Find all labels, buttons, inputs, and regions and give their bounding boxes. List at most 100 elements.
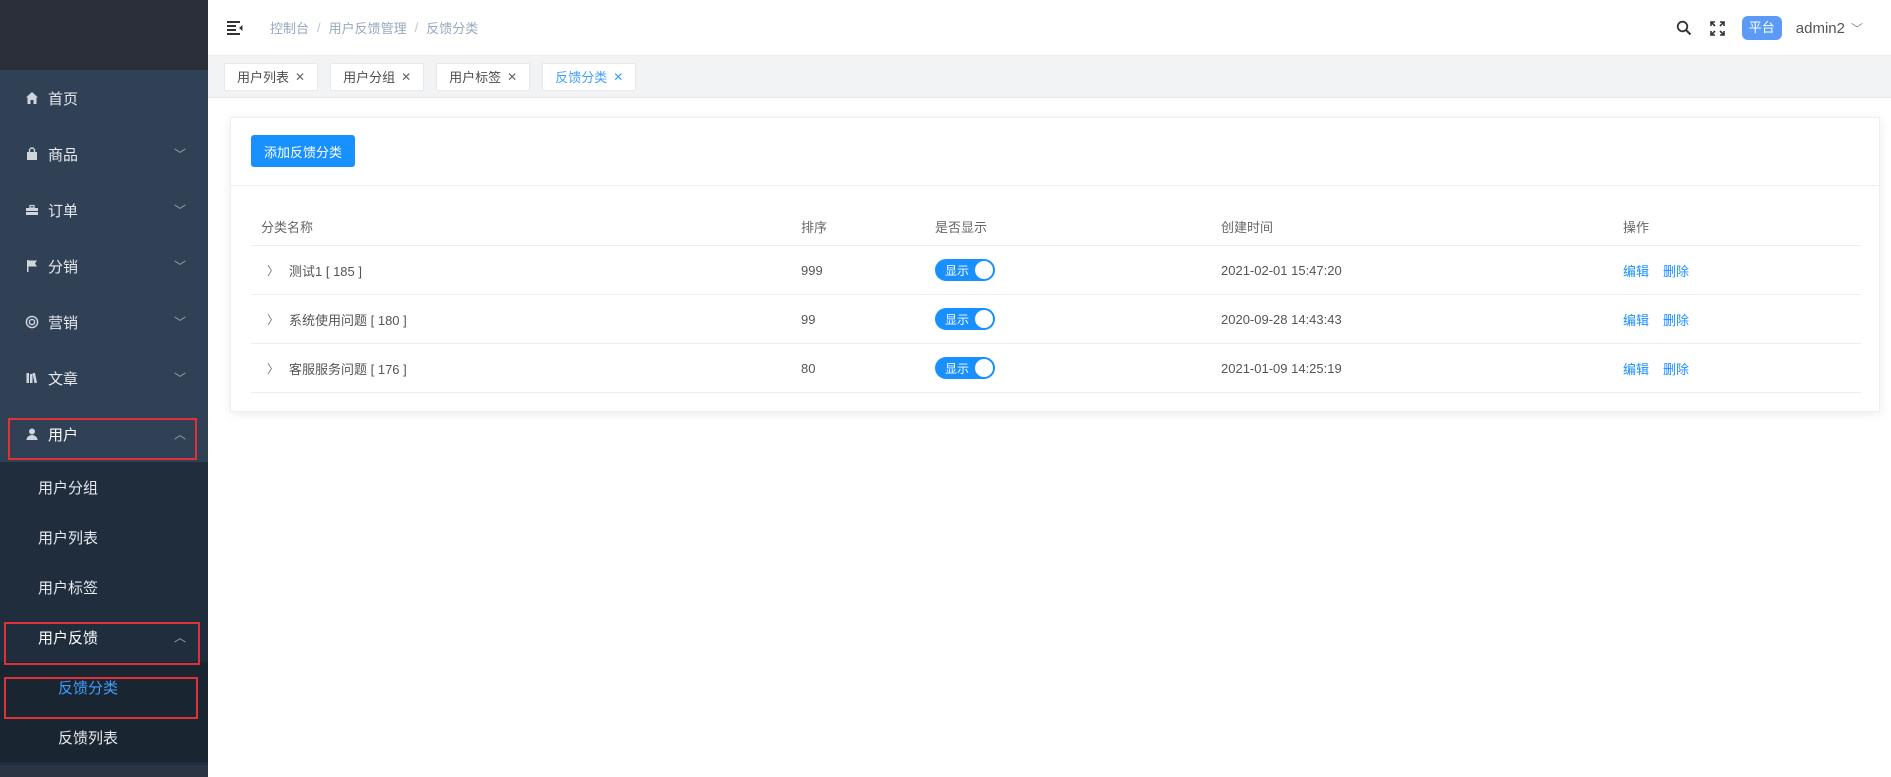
tab-label: 用户列表 [237,70,290,85]
breadcrumb-separator: / [317,20,321,35]
chevron-down-icon: ﹀ [173,315,186,330]
chevron-right-icon[interactable]: 〉 [267,311,279,328]
delete-link[interactable]: 删除 [1663,362,1689,377]
sidebar-item-products[interactable]: 商品 ﹀ [0,126,208,182]
cell-created: 2020-09-28 14:43:43 [1221,311,1342,327]
column-header-name: 分类名称 [261,220,314,235]
toggle-knob [975,261,993,279]
sidebar-item-user-groups[interactable]: 用户分组 [0,462,208,512]
table-row: 〉 客服服务问题 [ 176 ] 80 显示 2021-01-09 14:25:… [251,344,1861,393]
category-table: 分类名称 排序 是否显示 创建时间 操作 〉 测试1 [ 185 ] 999 显… [251,208,1861,393]
toggle-label: 显示 [945,263,970,278]
edit-link[interactable]: 编辑 [1623,313,1649,328]
sidebar-item-home[interactable]: 首页 [0,70,208,126]
column-header-created: 创建时间 [1221,220,1274,235]
books-icon [24,370,40,386]
table-row: 〉 系统使用问题 [ 180 ] 99 显示 2020-09-28 14:43:… [251,295,1861,344]
menu-toggle-icon[interactable] [226,19,244,37]
sidebar-menu: 首页 商品 ﹀ 订单 ﹀ 分销 ﹀ 营销 ﹀ 文章 ﹀ 用户 ︿ 用户分组 用户… [0,70,208,762]
sidebar-item-label: 反馈分类 [58,679,119,697]
cell-show: 显示 [935,357,995,379]
search-icon[interactable] [1674,18,1694,38]
sidebar-item-label: 商品 [48,146,79,164]
cell-show: 显示 [935,259,995,281]
sidebar-item-distribution[interactable]: 分销 ﹀ [0,238,208,294]
chevron-up-icon: ︿ [173,630,186,645]
chevron-right-icon[interactable]: 〉 [267,360,279,377]
sidebar-item-feedback-list[interactable]: 反馈列表 [0,712,208,762]
column-header-sort: 排序 [801,220,828,235]
sidebar-item-user-list[interactable]: 用户列表 [0,512,208,562]
cell-name: 〉 客服服务问题 [ 176 ] [261,359,407,378]
close-icon[interactable]: ✕ [295,70,305,84]
tab-label: 反馈分类 [555,70,608,85]
breadcrumb-item: 反馈分类 [426,21,479,36]
fullscreen-icon[interactable] [1708,18,1728,38]
cell-sort: 999 [801,262,823,278]
sidebar-item-label: 用户反馈 [38,629,99,647]
sidebar-item-label: 用户分组 [38,479,99,497]
sidebar-item-user-feedback[interactable]: 用户反馈 ︿ [0,612,208,662]
sidebar-item-marketing[interactable]: 营销 ﹀ [0,294,208,350]
chevron-down-icon: ﹀ [173,259,186,274]
cell-name: 〉 系统使用问题 [ 180 ] [261,310,407,329]
card-header: 添加反馈分类 [231,118,1879,186]
platform-badge: 平台 [1741,16,1782,40]
category-name: 测试1 [ 185 ] [289,263,362,279]
sidebar-item-user-tags[interactable]: 用户标签 [0,562,208,612]
cell-actions: 编辑 删除 [1623,261,1703,280]
chevron-down-icon[interactable]: ﹀ [1851,20,1863,37]
chevron-right-icon[interactable]: 〉 [267,262,279,279]
category-name: 客服服务问题 [ 176 ] [289,361,407,377]
tab-user-list[interactable]: 用户列表 ✕ [224,62,319,91]
category-name: 系统使用问题 [ 180 ] [289,312,407,328]
ring-icon [24,314,40,330]
sidebar-item-label: 订单 [48,202,79,220]
briefcase-icon [24,202,40,218]
cell-name: 〉 测试1 [ 185 ] [261,261,362,280]
breadcrumb-item[interactable]: 控制台 [270,18,309,37]
column-header-actions: 操作 [1623,220,1650,235]
cell-actions: 编辑 删除 [1623,310,1703,329]
user-icon [24,426,40,442]
close-icon[interactable]: ✕ [613,70,623,84]
top-header: 控制台 / 用户反馈管理 / 反馈分类 平台 admin2 ﹀ [208,0,1891,56]
delete-link[interactable]: 删除 [1663,313,1689,328]
sidebar-item-label: 用户标签 [38,579,99,597]
tab-user-tags[interactable]: 用户标签 ✕ [436,62,531,91]
sidebar-item-label: 文章 [48,370,79,388]
sidebar-item-label: 首页 [48,90,79,108]
edit-link[interactable]: 编辑 [1623,264,1649,279]
flag-icon [24,258,40,274]
breadcrumb: 控制台 / 用户反馈管理 / 反馈分类 [270,18,478,37]
user-menu[interactable]: admin2 [1796,20,1845,37]
cell-sort: 99 [801,311,816,327]
column-header-show: 是否显示 [935,220,988,235]
delete-link[interactable]: 删除 [1663,264,1689,279]
sidebar-item-feedback-category[interactable]: 反馈分类 [0,662,208,712]
show-toggle[interactable]: 显示 [935,357,995,379]
sidebar-item-articles[interactable]: 文章 ﹀ [0,350,208,406]
sidebar-item-orders[interactable]: 订单 ﹀ [0,182,208,238]
table-header: 分类名称 排序 是否显示 创建时间 操作 [251,208,1861,246]
breadcrumb-separator: / [414,20,419,35]
toggle-label: 显示 [945,312,970,327]
sidebar-item-label: 用户 [48,426,79,444]
chevron-down-icon: ﹀ [173,147,186,162]
sidebar-item-label: 分销 [48,258,79,276]
breadcrumb-item[interactable]: 用户反馈管理 [329,18,407,37]
add-feedback-category-button[interactable]: 添加反馈分类 [251,135,355,167]
show-toggle[interactable]: 显示 [935,308,995,330]
logo-area [0,0,208,70]
main-content: 添加反馈分类 分类名称 排序 是否显示 创建时间 操作 〉 测试1 [ 185 … [208,98,1891,777]
edit-link[interactable]: 编辑 [1623,362,1649,377]
tab-user-groups[interactable]: 用户分组 ✕ [330,62,425,91]
close-icon[interactable]: ✕ [507,70,517,84]
toggle-label: 显示 [945,361,970,376]
cell-actions: 编辑 删除 [1623,359,1703,378]
tab-feedback-category[interactable]: 反馈分类 ✕ [542,62,637,91]
sidebar-item-users[interactable]: 用户 ︿ [0,406,208,462]
close-icon[interactable]: ✕ [401,70,411,84]
toggle-knob [975,359,993,377]
show-toggle[interactable]: 显示 [935,259,995,281]
